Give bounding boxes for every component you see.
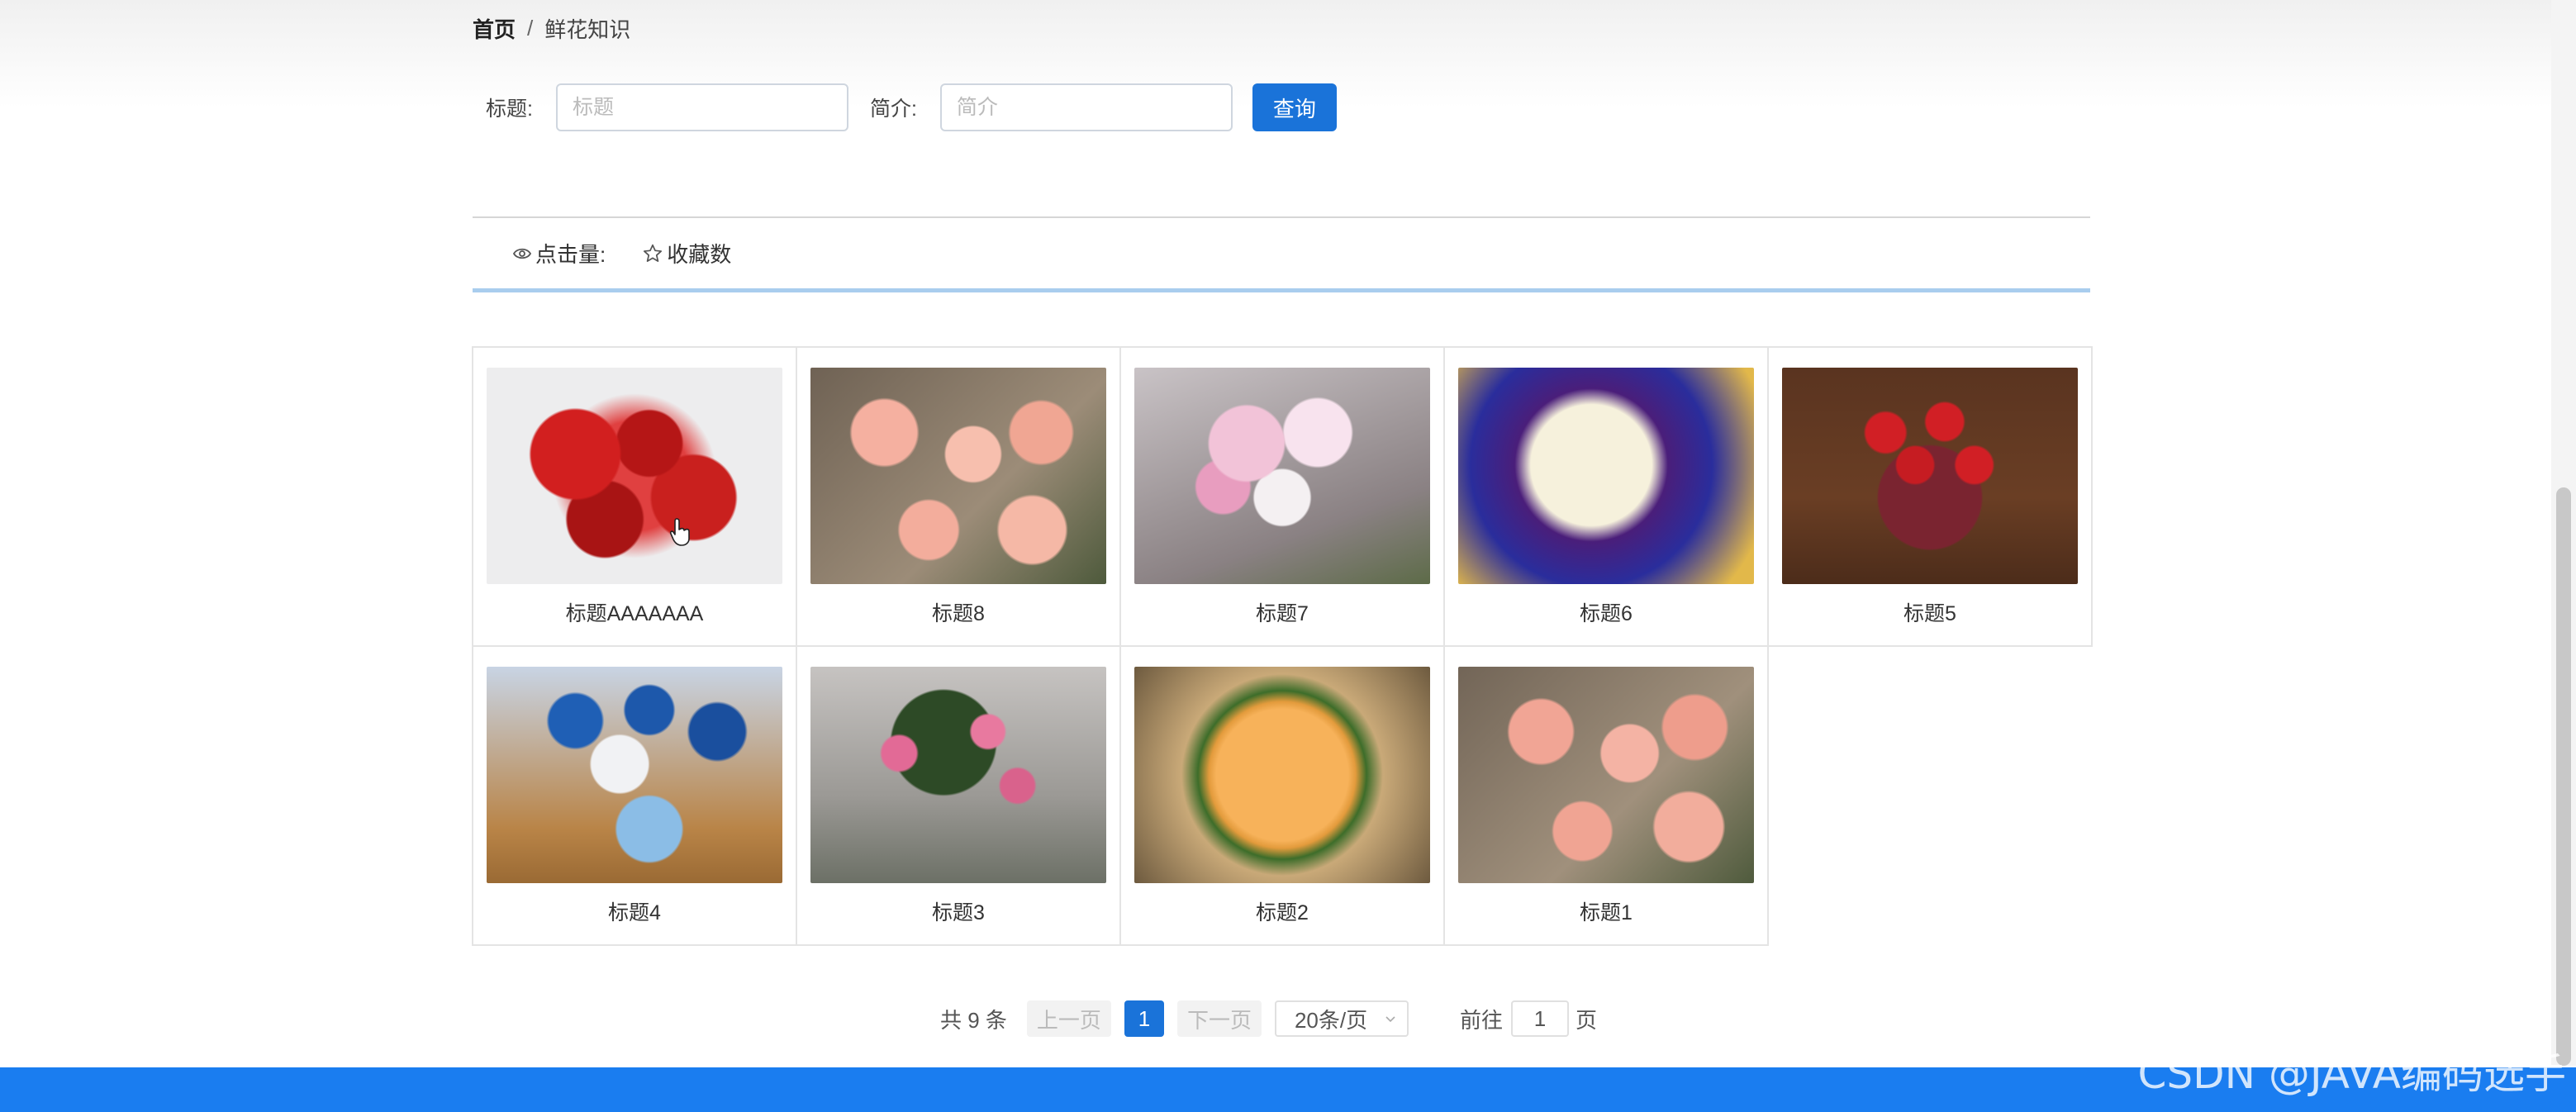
pagination-total: 共 9 条 [940, 1007, 1007, 1033]
flower-photo [1782, 368, 2078, 584]
article-grid: 标题AAAAAAA 标题8 标题7 标题6 标题5 标题4 标题3 标题2 标题… [472, 346, 2093, 946]
sort-clicks-label: 点击量: [535, 242, 606, 267]
search-form: 标题: 简介: 查询 [473, 83, 1337, 132]
sort-by-favorites[interactable]: 收藏数 [642, 238, 731, 268]
hand-cursor-icon [669, 518, 690, 546]
flower-photo [810, 667, 1106, 883]
article-card[interactable]: 标题6 [1443, 346, 1769, 647]
card-title: 标题6 [1580, 602, 1633, 625]
article-card[interactable]: 标题4 [472, 645, 797, 946]
page-size-value: 20条/页 [1294, 1007, 1368, 1033]
card-title: 标题8 [932, 602, 985, 625]
article-card[interactable]: 标题3 [796, 645, 1121, 946]
flower-photo [1458, 368, 1754, 584]
breadcrumb: 首页 / 鲜花知识 [473, 13, 630, 44]
card-title: 标题3 [932, 901, 985, 924]
chevron-down-icon [1385, 1016, 1395, 1023]
breadcrumb-current: 鲜花知识 [544, 17, 631, 42]
flower-photo [1458, 667, 1754, 883]
intro-label: 简介: [869, 97, 917, 121]
title-label: 标题: [486, 97, 533, 121]
intro-search-input[interactable] [939, 83, 1233, 131]
goto-prefix: 前往 [1459, 1007, 1503, 1033]
query-button[interactable]: 查询 [1252, 83, 1337, 131]
article-card[interactable]: 标题1 [1443, 645, 1769, 946]
page: 首页 / 鲜花知识 标题: 简介: 查询 点击量: 收藏数 标题AAAAAAA [0, 0, 2576, 1112]
sort-bar: 点击量: 收藏数 [473, 216, 2090, 292]
vertical-scrollbar[interactable] [2551, 0, 2576, 1066]
title-search-input[interactable] [555, 83, 848, 131]
article-card[interactable]: 标题8 [796, 346, 1121, 647]
watermark: CSDN @JAVA编码选手 [2137, 1050, 2566, 1098]
goto-page-input[interactable]: 1 [1510, 1000, 1569, 1037]
breadcrumb-separator: / [527, 16, 534, 40]
card-title: 标题4 [608, 901, 661, 924]
next-page-button[interactable]: 下一页 [1176, 1000, 1262, 1037]
flower-photo [1134, 667, 1430, 883]
card-title: 标题1 [1580, 901, 1633, 924]
sort-by-clicks[interactable]: 点击量: [512, 238, 606, 268]
sort-favorites-label: 收藏数 [667, 242, 732, 267]
pagination: 共 9 条 上一页 1 下一页 20条/页 前往 1 页 [940, 1000, 1597, 1038]
card-title: 标题5 [1903, 602, 1956, 625]
article-card[interactable]: 标题AAAAAAA [472, 346, 797, 647]
page-number-current[interactable]: 1 [1124, 1000, 1164, 1037]
article-card[interactable]: 标题7 [1119, 346, 1445, 647]
goto-suffix: 页 [1575, 1007, 1597, 1033]
card-title: 标题2 [1256, 901, 1309, 924]
article-card[interactable]: 标题5 [1767, 346, 2093, 647]
flower-photo [487, 368, 782, 584]
breadcrumb-home[interactable]: 首页 [473, 13, 516, 44]
flower-photo [1134, 368, 1430, 584]
flower-photo [487, 667, 782, 883]
page-size-select[interactable]: 20条/页 [1274, 1000, 1409, 1037]
prev-page-button[interactable]: 上一页 [1026, 1000, 1111, 1037]
card-title: 标题AAAAAAA [565, 602, 704, 625]
article-card[interactable]: 标题2 [1119, 645, 1445, 946]
scrollbar-thumb[interactable] [2556, 487, 2571, 1066]
flower-photo [810, 368, 1106, 584]
star-icon [644, 244, 663, 262]
card-title: 标题7 [1256, 602, 1309, 625]
eye-icon [512, 248, 532, 259]
